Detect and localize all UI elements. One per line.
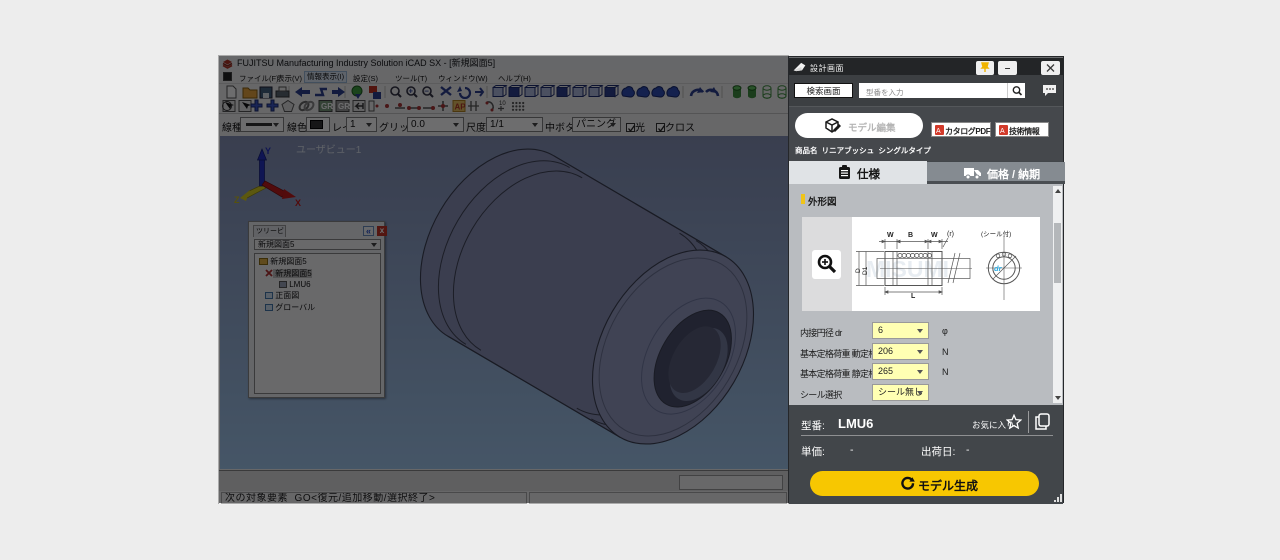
- svg-text:D: D: [855, 268, 862, 273]
- svg-text:(シール付): (シール付): [981, 229, 1011, 238]
- svg-text:MISUMI: MISUMI: [866, 256, 949, 282]
- svg-text:L: L: [911, 293, 916, 300]
- svg-text:D1: D1: [862, 266, 869, 275]
- svg-text:W: W: [931, 232, 938, 239]
- svg-text:A: A: [936, 128, 941, 135]
- svg-text:B: B: [908, 232, 913, 239]
- svg-text:dr: dr: [994, 264, 1003, 273]
- svg-text:(r): (r): [947, 231, 954, 238]
- svg-text:W: W: [887, 232, 894, 239]
- svg-text:A: A: [1000, 128, 1005, 135]
